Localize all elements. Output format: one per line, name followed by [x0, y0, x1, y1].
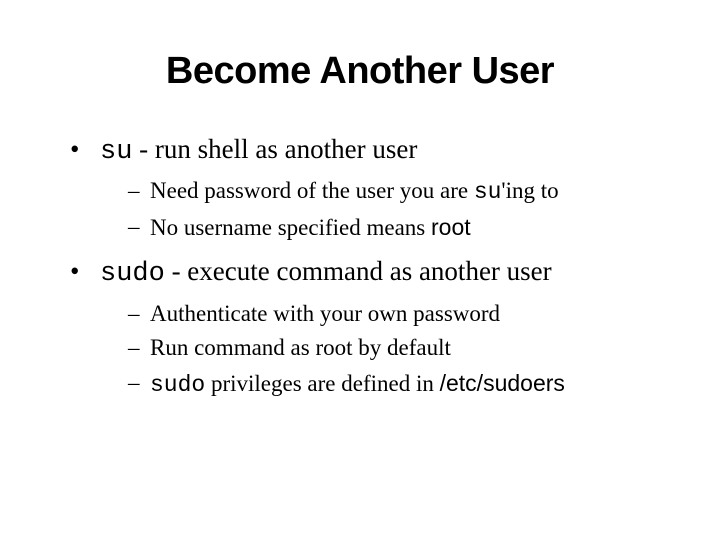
bullet-desc: - execute command as another user	[165, 256, 552, 286]
bullet-desc: - run shell as another user	[132, 134, 417, 164]
command-text: su	[474, 179, 502, 205]
literal-text: /etc/sudoers	[440, 370, 565, 396]
list-item: Need password of the user you are su'ing…	[128, 174, 670, 210]
sub-text: Authenticate with your own password	[150, 301, 500, 326]
list-item: sudo - execute command as another user A…	[70, 253, 670, 402]
literal-text: root	[431, 214, 471, 240]
sub-text: 'ing to	[501, 178, 558, 203]
sub-list: Authenticate with your own password Run …	[100, 297, 670, 403]
sub-text: Need password of the user you are	[150, 178, 474, 203]
list-item: Run command as root by default	[128, 331, 670, 366]
sub-text: No username specified means	[150, 215, 431, 240]
slide-title: Become Another User	[50, 50, 670, 93]
list-item: No username specified means root	[128, 210, 670, 246]
list-item: Authenticate with your own password	[128, 297, 670, 332]
command-text: sudo	[100, 259, 165, 289]
list-item: su - run shell as another user Need pass…	[70, 131, 670, 245]
list-item: sudo privileges are defined in /etc/sudo…	[128, 366, 670, 403]
sub-text: Run command as root by default	[150, 335, 451, 360]
bullet-list: su - run shell as another user Need pass…	[50, 131, 670, 402]
command-text: sudo	[150, 372, 205, 398]
command-text: su	[100, 137, 132, 167]
sub-list: Need password of the user you are su'ing…	[100, 174, 670, 245]
sub-text: privileges are defined in	[205, 371, 439, 396]
